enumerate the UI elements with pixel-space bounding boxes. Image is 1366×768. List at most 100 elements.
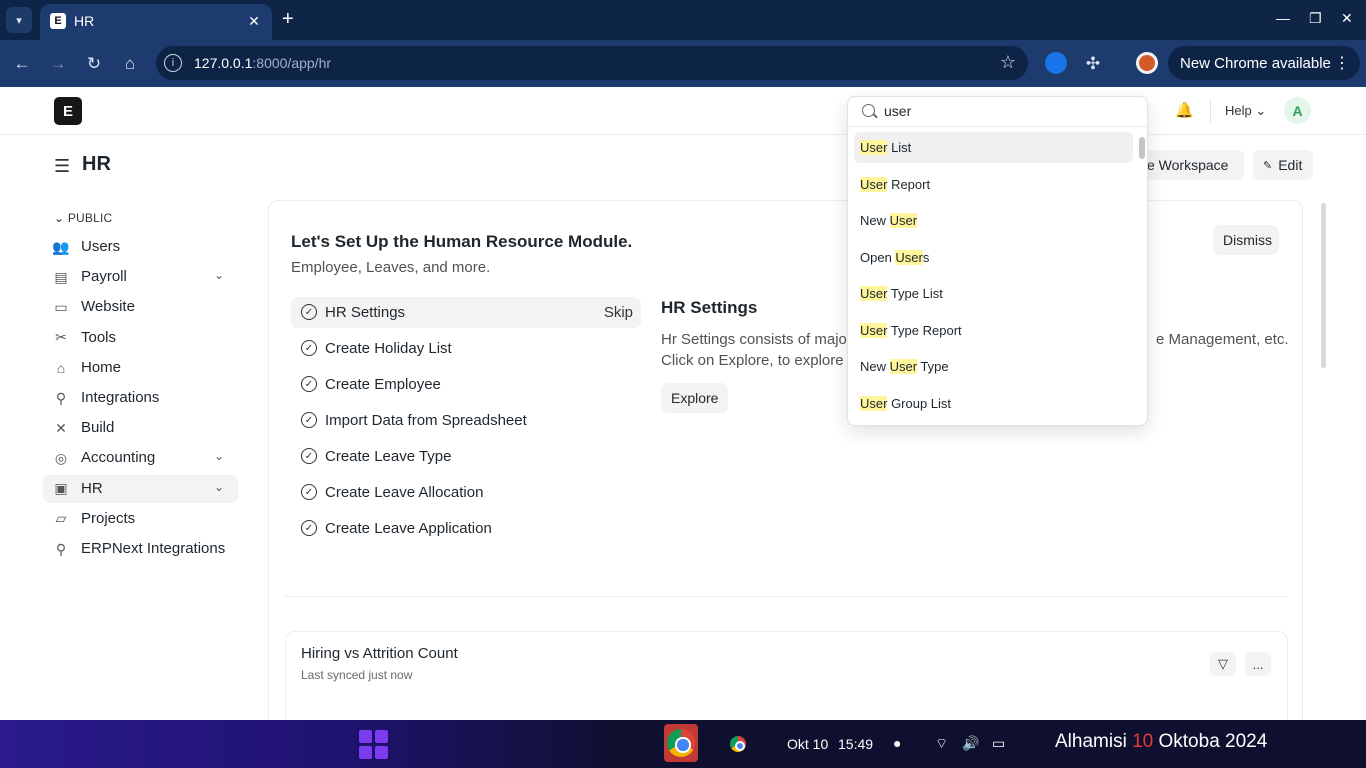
- sidebar-item-accounting[interactable]: ◎ Accounting ⌄: [43, 444, 238, 472]
- taskbar-chrome-active[interactable]: [664, 724, 698, 762]
- skip-button[interactable]: Skip: [604, 304, 633, 321]
- search-result-item[interactable]: User Type Report: [854, 315, 1133, 346]
- match-highlight: User: [860, 176, 888, 192]
- sidebar-item-website[interactable]: ▭ Website: [43, 293, 238, 321]
- navbar-divider: [1210, 99, 1211, 123]
- sidebar-item-users[interactable]: 👥 Users: [43, 233, 238, 261]
- onboarding-step[interactable]: ✓ Create Leave Allocation: [291, 477, 641, 508]
- search-result-item[interactable]: Open Users: [854, 242, 1133, 273]
- extensions-puzzle-icon[interactable]: ✣: [1081, 52, 1105, 76]
- search-result-item[interactable]: New User Type: [854, 351, 1133, 382]
- search-icon: [862, 104, 875, 117]
- chrome-menu-icon[interactable]: ⋮: [1334, 53, 1350, 73]
- extension-icon[interactable]: [1045, 52, 1067, 74]
- chevron-down-icon[interactable]: ⌄: [214, 480, 224, 494]
- tab-search-icon[interactable]: ▾: [6, 7, 32, 33]
- filter-icon[interactable]: ▽: [1210, 652, 1236, 676]
- bookmark-star-icon[interactable]: ☆: [1000, 52, 1016, 73]
- wifi-icon[interactable]: ⌔: [935, 735, 948, 753]
- window-close-icon[interactable]: ✕: [1341, 10, 1353, 27]
- home-icon[interactable]: ⌂: [118, 52, 142, 76]
- onboarding-step[interactable]: ✓ Create Employee: [291, 369, 641, 400]
- start-menu-icon[interactable]: [359, 730, 388, 759]
- profile-icon[interactable]: [1136, 52, 1158, 74]
- sidebar-item-label: HR: [81, 479, 103, 497]
- search-result-label: Open Users: [860, 249, 930, 265]
- reload-icon[interactable]: ↻: [82, 52, 106, 76]
- maximize-icon[interactable]: ❐: [1309, 10, 1322, 27]
- onboarding-step[interactable]: ✓ Create Holiday List: [291, 333, 641, 364]
- chart-sync-status: Last synced just now: [301, 668, 413, 682]
- match-highlight: User: [889, 213, 918, 228]
- taskbar-date[interactable]: Okt 10: [787, 736, 828, 752]
- sidebar-item-label: Payroll: [81, 268, 127, 286]
- search-input[interactable]: [884, 103, 1134, 119]
- back-icon[interactable]: ←: [10, 52, 34, 76]
- sidebar-section-public[interactable]: ⌄ PUBLIC: [54, 211, 112, 225]
- notification-dot-icon[interactable]: ●: [893, 735, 901, 751]
- forward-icon[interactable]: →: [46, 52, 70, 76]
- browser-toolbar: ← → ↻ ⌂ i 127.0.0.1:8000/app/hr ☆ ✣ New …: [0, 40, 1366, 87]
- sidebar-item-build[interactable]: ✕ Build: [43, 414, 238, 442]
- workspace-button[interactable]: e Workspace: [1142, 150, 1244, 180]
- sidebar-toggle-icon[interactable]: ☰: [54, 156, 70, 177]
- address-bar[interactable]: i 127.0.0.1:8000/app/hr ☆: [156, 46, 1028, 80]
- chrome-icon[interactable]: [730, 736, 746, 752]
- search-result-item[interactable]: New User: [854, 205, 1133, 236]
- step-label: Create Employee: [325, 376, 441, 393]
- tab-favicon: E: [50, 13, 66, 29]
- sidebar-item-hr[interactable]: ▣ HR ⌄: [43, 474, 238, 503]
- taskbar-time[interactable]: 15:49: [838, 736, 873, 752]
- edit-button[interactable]: ✎ Edit: [1253, 150, 1313, 180]
- sidebar-item-home[interactable]: ⌂ Home: [43, 354, 238, 382]
- notification-bell-icon[interactable]: 🔔: [1175, 101, 1194, 119]
- sidebar-item-payroll[interactable]: ▤ Payroll ⌄: [43, 263, 238, 291]
- match-highlight: User: [860, 140, 888, 155]
- app-logo[interactable]: E: [54, 97, 82, 125]
- search-result-item[interactable]: User Report: [854, 169, 1133, 200]
- dropdown-scrollbar[interactable]: [1139, 137, 1145, 159]
- match-highlight: User: [895, 249, 923, 265]
- search-result-item[interactable]: User Group List: [854, 388, 1133, 419]
- search-result-item[interactable]: User Type List: [854, 278, 1133, 309]
- search-result-item[interactable]: User List: [854, 132, 1133, 163]
- onboarding-step[interactable]: ✓ HR Settings Skip: [291, 297, 641, 328]
- chrome-update-button[interactable]: New Chrome available ⋮: [1168, 46, 1360, 80]
- page-scrollbar[interactable]: [1321, 203, 1326, 368]
- step-label: Create Leave Application: [325, 520, 492, 537]
- sidebar-item-label: Projects: [81, 509, 136, 527]
- check-circle-icon: ✓: [301, 484, 317, 500]
- chevron-down-icon: ⌄: [54, 211, 65, 225]
- sidebar-item-erpnext-integrations[interactable]: ⚲ ERPNext Integrations: [43, 535, 238, 563]
- onboarding-title: Let's Set Up the Human Resource Module.: [291, 232, 633, 251]
- site-info-icon[interactable]: i: [164, 54, 182, 72]
- more-options-button[interactable]: ...: [1245, 652, 1271, 676]
- sidebar-item-integrations[interactable]: ⚲ Integrations: [43, 384, 238, 412]
- edit-icon: ✎: [1263, 159, 1273, 172]
- tab-close-icon[interactable]: ✕: [244, 11, 264, 31]
- url-text[interactable]: 127.0.0.1:8000/app/hr: [194, 55, 331, 71]
- browser-tab[interactable]: E HR ✕: [40, 4, 272, 40]
- check-circle-icon: ✓: [301, 340, 317, 356]
- search-result-label: New User Type: [860, 359, 949, 374]
- sidebar-item-tools[interactable]: ✂ Tools: [43, 324, 238, 352]
- onboarding-step[interactable]: ✓ Create Leave Application: [291, 513, 641, 544]
- chevron-down-icon[interactable]: ⌄: [214, 449, 224, 463]
- onboarding-step[interactable]: ✓ Import Data from Spreadsheet: [291, 405, 641, 436]
- minimize-icon[interactable]: —: [1276, 10, 1290, 26]
- battery-icon[interactable]: ▭: [992, 735, 1005, 752]
- step-label: Create Leave Allocation: [325, 484, 484, 501]
- sidebar-item-label: Integrations: [81, 389, 160, 406]
- page-title: HR: [82, 153, 111, 175]
- avatar[interactable]: A: [1284, 97, 1311, 124]
- explore-button[interactable]: Explore: [661, 383, 728, 413]
- onboarding-step[interactable]: ✓ Create Leave Type: [291, 441, 641, 472]
- volume-icon[interactable]: 🔊: [962, 735, 979, 752]
- new-tab-button[interactable]: +: [282, 8, 294, 30]
- dismiss-button[interactable]: Dismiss: [1213, 225, 1279, 255]
- help-dropdown[interactable]: Help ⌄: [1225, 103, 1266, 119]
- search-bar: [848, 97, 1147, 127]
- sidebar-item-projects[interactable]: ▱ Projects: [43, 505, 238, 533]
- chevron-down-icon[interactable]: ⌄: [214, 268, 224, 282]
- accounting-icon: ◎: [54, 449, 68, 466]
